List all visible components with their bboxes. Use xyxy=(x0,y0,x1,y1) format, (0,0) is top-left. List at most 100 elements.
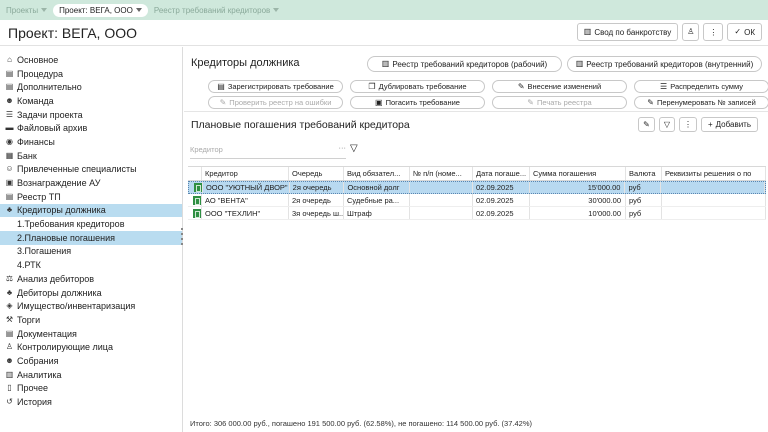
sidebar-item-label: Банк xyxy=(17,150,37,161)
action-button[interactable]: ☰ Распределить сумму xyxy=(634,80,768,93)
filter-button[interactable]: ▽ xyxy=(658,117,675,132)
sidebar-item[interactable]: ☻ Команда xyxy=(0,94,182,108)
user-menu-button[interactable]: ♙ xyxy=(682,23,700,41)
sidebar-item-label: Имущество/инвентаризация xyxy=(17,301,136,312)
sidebar-item[interactable]: ♣ Дебиторы должника xyxy=(0,286,182,300)
row-status-icon xyxy=(189,182,203,193)
register-icon: ▤ xyxy=(5,191,14,201)
distribute-icon: ☰ xyxy=(660,81,668,91)
bar-chart-icon: ▥ xyxy=(381,59,390,68)
edit-button[interactable]: ✎ xyxy=(638,117,655,132)
breadcrumb-projects[interactable]: Проекты xyxy=(6,6,48,15)
column-header[interactable]: Очередь xyxy=(289,167,344,180)
status-marker-icon xyxy=(193,208,201,218)
totals-footer: Итого: 306 000.00 руб., погашено 191 500… xyxy=(190,419,532,428)
sidebar-item[interactable]: ▬ Файловый архив xyxy=(0,121,182,135)
chevron-down-icon xyxy=(273,8,280,12)
page-title: Проект: ВЕГА, ООО xyxy=(8,24,138,41)
ok-button[interactable]: ✓ ОК xyxy=(727,23,762,41)
meeting-icon: ☻ xyxy=(5,355,14,365)
status-marker-icon xyxy=(194,183,202,192)
sidebar-item-label: Задачи проекта xyxy=(17,109,83,120)
breadcrumb-project[interactable]: Проект: ВЕГА, ООО xyxy=(53,3,148,17)
column-header[interactable]: Сумма погашения xyxy=(530,167,626,180)
sidebar-item[interactable]: ▤ Дополнительно xyxy=(0,80,182,94)
column-header[interactable]: Реквизиты решения о по xyxy=(662,167,766,180)
column-header[interactable]: Валюта xyxy=(626,167,662,180)
sidebar-item[interactable]: ▦ Банк xyxy=(0,149,182,163)
section-title: Кредиторы должника xyxy=(191,57,300,69)
sidebar-item[interactable]: ⚖ Анализ дебиторов xyxy=(0,272,182,286)
chevron-down-icon xyxy=(41,8,48,12)
sidebar-item-label: Финансы xyxy=(17,136,55,147)
sidebar-item[interactable]: ▤ Процедура xyxy=(0,67,182,81)
sidebar-item-label: Процедура xyxy=(17,68,64,79)
home-icon: ⌂ xyxy=(7,54,12,64)
action-button[interactable]: ✎ Перенумеровать № записей xyxy=(634,96,768,109)
table-row[interactable]: ООО "УЮТНЫЙ ДВОР" 2я очередь Основной долг… xyxy=(188,181,766,194)
table-row[interactable]: АО "ВЕНТА" 2я очередь Судебные ра... 02.09.… xyxy=(188,194,766,207)
action-button[interactable]: ✎ Проверить реестр на ошибки xyxy=(208,96,343,109)
sidebar-item[interactable]: ↺ История xyxy=(0,395,182,409)
column-header[interactable]: Кредитор xyxy=(202,167,289,180)
sidebar-item[interactable]: ♣ Кредиторы должника xyxy=(0,203,182,218)
sidebar-item[interactable]: ⌂ Основное xyxy=(0,53,182,67)
sidebar-item[interactable]: ▤ Документация xyxy=(0,327,182,341)
sidebar-item[interactable]: ♙ Контролирующие лица xyxy=(0,340,182,354)
sidebar: ⌂ Основное ▤ Процедура ▤ Дополнительно ☻ Команд… xyxy=(0,47,183,432)
action-button[interactable]: ✎ Печать реестра xyxy=(492,96,627,109)
table-row[interactable]: ООО "ТЕХЛИН" 3я очередь ш... Штраф 02.09.20… xyxy=(188,207,766,220)
register-work-button[interactable]: ▥ Реестр требований кредиторов (рабочий) xyxy=(367,56,562,72)
auction-icon: ⚒ xyxy=(5,314,14,324)
more-menu-button[interactable]: ⋮ xyxy=(703,23,724,41)
analysis-icon: ⚖ xyxy=(5,273,14,283)
column-header[interactable]: Дата погаше... xyxy=(473,167,530,180)
sidebar-subitem[interactable]: 1.Требования кредиторов xyxy=(0,217,182,231)
filter-icon[interactable]: ▽ xyxy=(350,143,358,154)
filter-more-button[interactable]: ··· xyxy=(339,143,347,152)
action-button[interactable]: ▣ Погасить требование xyxy=(350,96,485,109)
table-cell-creditor: ООО "УЮТНЫЙ ДВОР" xyxy=(203,182,290,193)
column-header[interactable]: № п/п (номе... xyxy=(410,167,473,180)
sidebar-item[interactable]: ▣ Вознаграждение АУ xyxy=(0,176,182,190)
sidebar-item[interactable]: ▤ Реестр ТП xyxy=(0,190,182,204)
column-header[interactable]: Вид обязател... xyxy=(344,167,410,180)
chart-icon: ▥ xyxy=(5,369,14,379)
bankruptcy-summary-button[interactable]: ▥ Свод по банкротству xyxy=(576,23,679,41)
sidebar-item[interactable]: ⚒ Торги xyxy=(0,313,182,327)
sidebar-item[interactable]: ◈ Имущество/инвентаризация xyxy=(0,299,182,313)
document-icon: ▤ xyxy=(5,82,14,92)
sidebar-item-label: Вознаграждение АУ xyxy=(17,178,101,189)
table-cell-kind: Штраф xyxy=(344,207,410,219)
sidebar-item[interactable]: ☺ Привлеченные специалисты xyxy=(0,163,182,177)
sidebar-item[interactable]: ◉ Финансы xyxy=(0,135,182,149)
sidebar-subitem[interactable]: 2.Плановые погашения xyxy=(0,230,182,245)
sidebar-item[interactable]: ▥ Аналитика xyxy=(0,368,182,382)
register-internal-button[interactable]: ▥ Реестр требований кредиторов (внутренни… xyxy=(567,56,762,72)
table-cell-num xyxy=(410,182,474,193)
sidebar-subitem[interactable]: 3.Погашения xyxy=(0,245,182,259)
action-button[interactable]: ▤ Зарегистрировать требование xyxy=(208,80,343,93)
more-options-button[interactable]: ⋮ xyxy=(678,117,697,132)
breadcrumb-register[interactable]: Реестр требований кредиторов xyxy=(154,6,280,15)
action-button[interactable]: ❐ Дублировать требование xyxy=(350,80,485,93)
add-button[interactable]: + Добавить xyxy=(700,117,758,132)
action-button[interactable]: ✎ Внесение изменений xyxy=(492,80,627,93)
status-marker-icon xyxy=(193,195,201,205)
sidebar-item-label: Прочее xyxy=(17,383,48,394)
column-header[interactable] xyxy=(188,167,202,180)
document-icon: ▤ xyxy=(5,68,14,78)
check-icon: ✓ xyxy=(734,27,742,36)
sidebar-item[interactable]: ☻ Собрания xyxy=(0,354,182,368)
creditor-filter-input[interactable]: Кредитор ··· xyxy=(190,139,346,159)
folder-icon: ▬ xyxy=(5,123,14,133)
sidebar-item-label: Аналитика xyxy=(17,369,62,380)
duplicate-icon: ❐ xyxy=(368,81,376,91)
sidebar-subitem[interactable]: 4.РТК xyxy=(0,258,182,272)
sidebar-item-label: Собрания xyxy=(17,355,59,366)
sidebar-item[interactable]: ☰ Задачи проекта xyxy=(0,108,182,122)
sidebar-item[interactable]: ▯ Прочее xyxy=(0,382,182,396)
print-icon: ✎ xyxy=(527,97,534,107)
tasks-icon: ☰ xyxy=(5,109,14,119)
debtors-icon: ♣ xyxy=(6,287,13,297)
